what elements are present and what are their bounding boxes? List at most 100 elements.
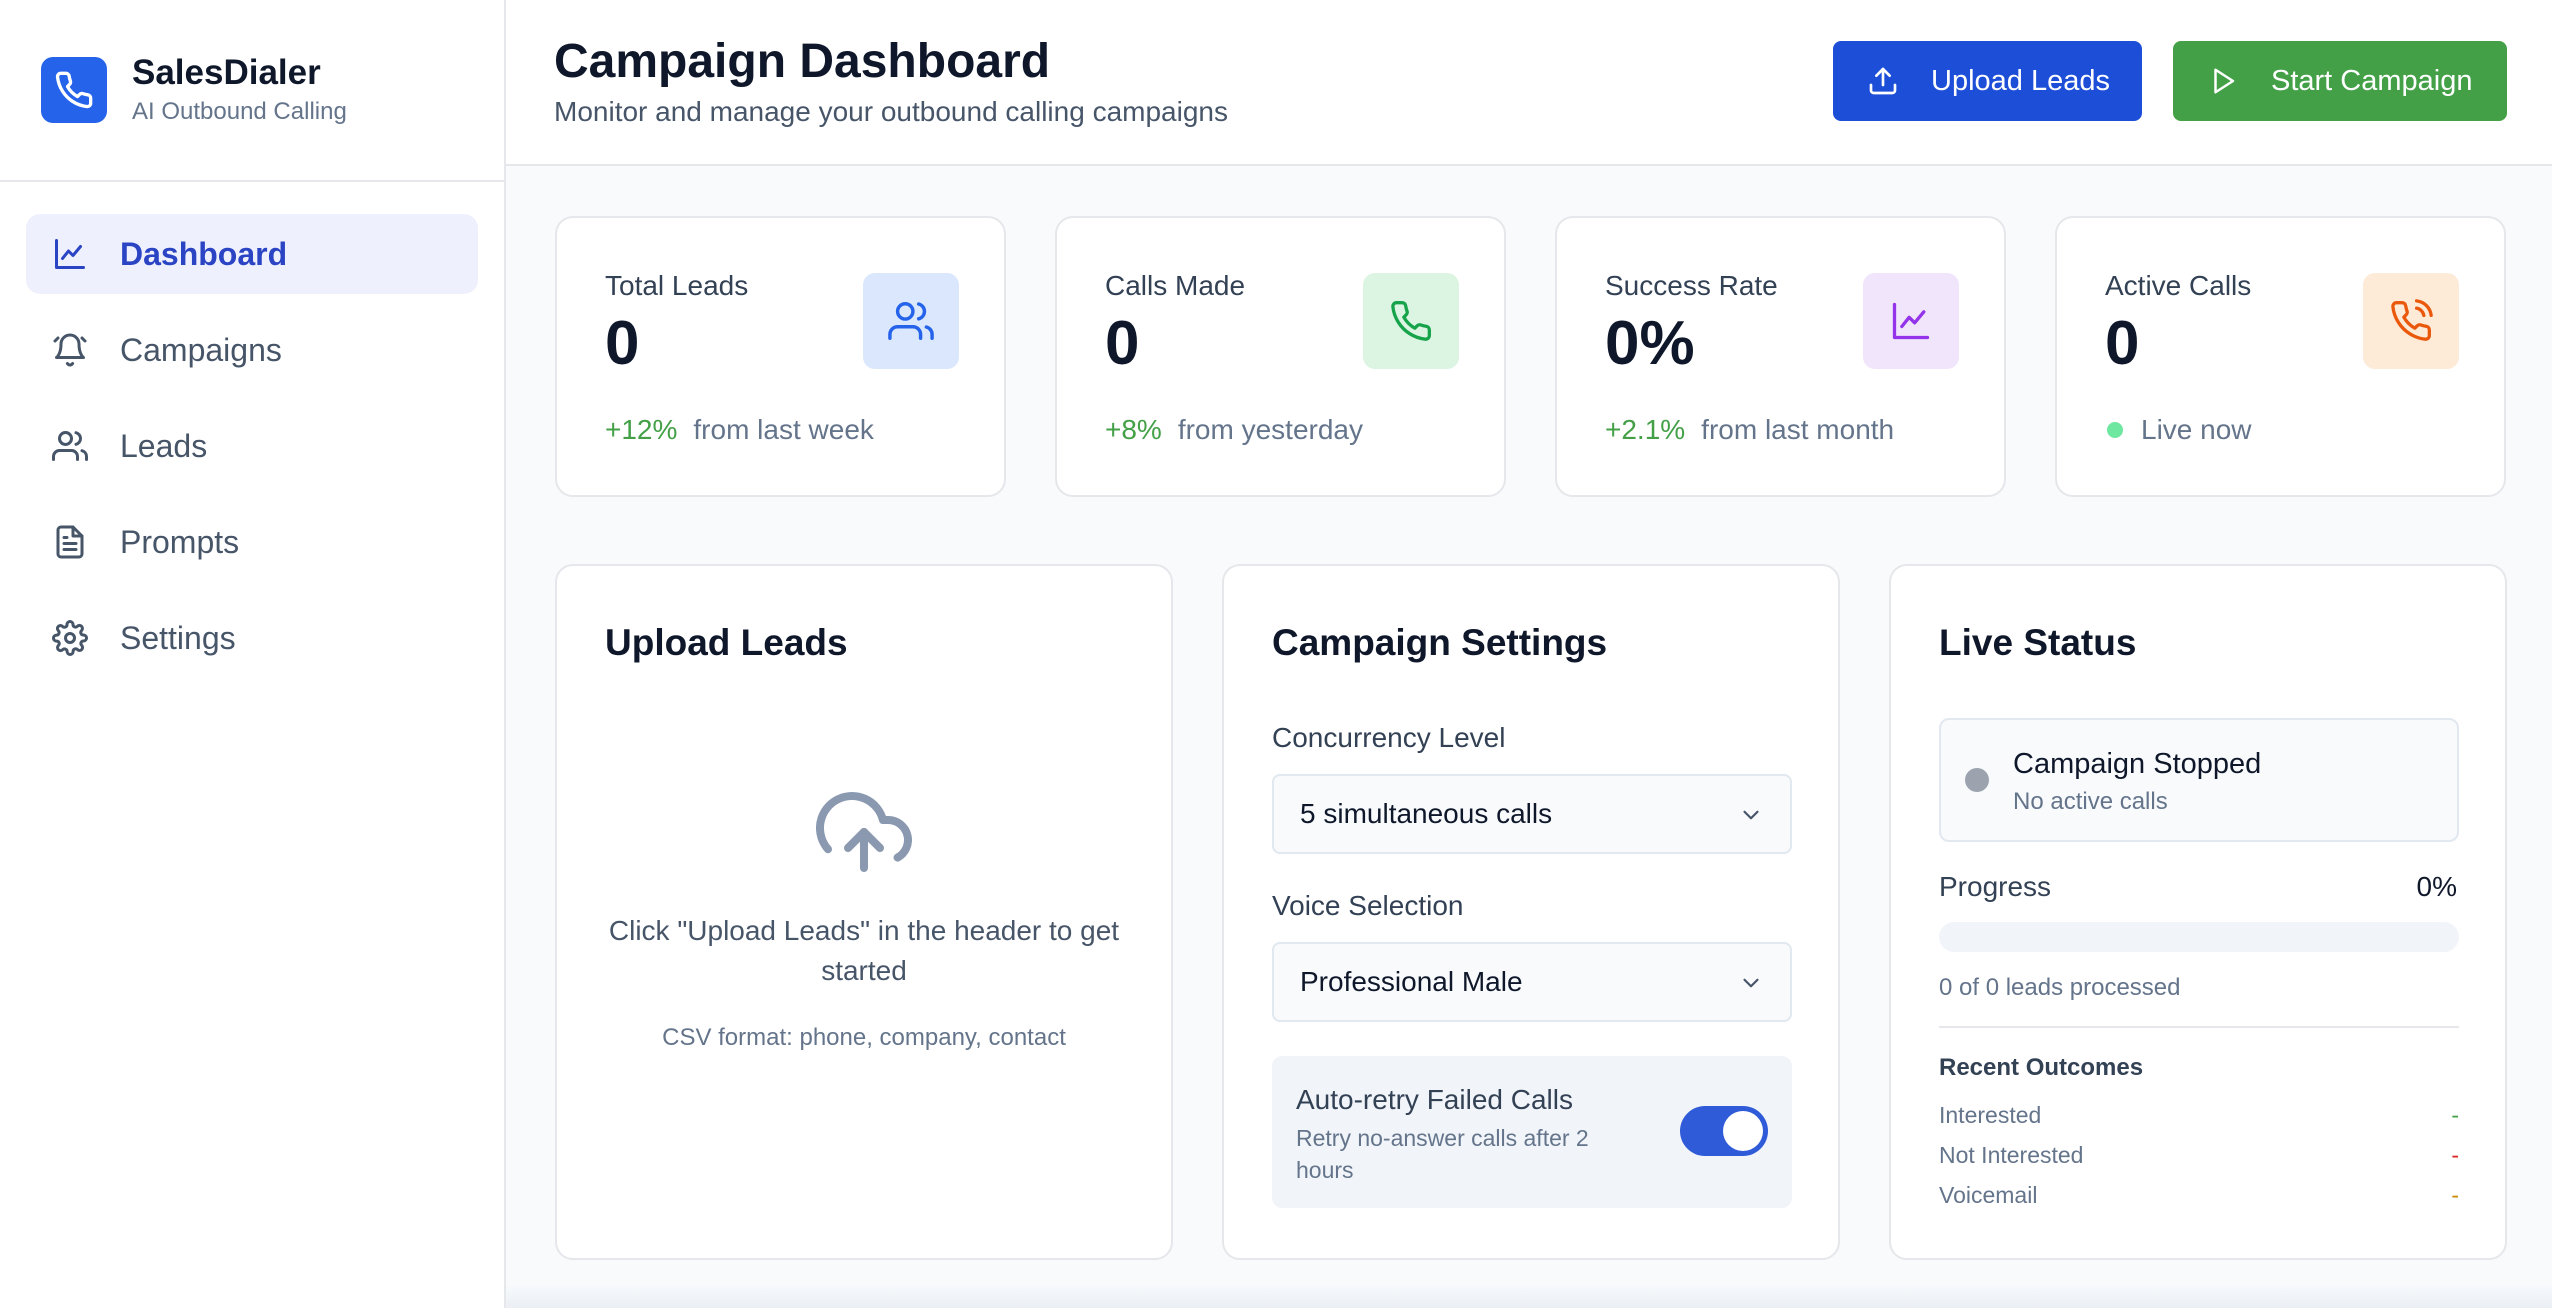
stat-footer: +2.1% from last month bbox=[1605, 414, 1894, 446]
upload-format: CSV format: phone, company, contact bbox=[662, 1024, 1066, 1051]
outcome-row-interested: Interested - bbox=[1939, 1102, 2459, 1134]
phone-ringing-icon bbox=[2363, 273, 2459, 369]
outcome-label: Interested bbox=[1939, 1102, 2042, 1128]
chevron-down-icon bbox=[1738, 802, 1764, 835]
stat-value: 0% bbox=[1605, 309, 1695, 378]
upload-leads-label: Upload Leads bbox=[1931, 64, 2110, 97]
stat-card-success-rate: Success Rate 0% +2.1% from last month bbox=[1555, 216, 2006, 497]
upload-icon bbox=[1865, 63, 1901, 99]
stat-foot-text: from last week bbox=[693, 414, 874, 445]
sidebar-item-leads[interactable]: Leads bbox=[26, 406, 478, 486]
auto-retry-title: Auto-retry Failed Calls bbox=[1296, 1084, 1573, 1115]
stat-foot-text: from yesterday bbox=[1177, 414, 1363, 445]
concurrency-label: Concurrency Level bbox=[1272, 722, 1506, 753]
brand: SalesDialer AI Outbound Calling bbox=[0, 0, 504, 182]
outcome-value: - bbox=[2451, 1102, 2459, 1128]
status-title: Campaign Stopped bbox=[2013, 748, 2262, 780]
stat-title: Total Leads bbox=[605, 270, 749, 301]
progress-value: 0% bbox=[2416, 871, 2457, 902]
sidebar-item-label: Leads bbox=[120, 427, 208, 464]
stat-card-calls-made: Calls Made 0 +8% from yesterday bbox=[1055, 216, 1506, 497]
play-icon bbox=[2205, 63, 2241, 99]
voice-value: Professional Male bbox=[1300, 966, 1523, 997]
stat-footer: Live now bbox=[2105, 414, 2252, 446]
chart-line-icon bbox=[1863, 273, 1959, 369]
divider bbox=[1939, 1026, 2459, 1028]
brand-tagline: AI Outbound Calling bbox=[132, 98, 347, 125]
stat-card-active-calls: Active Calls 0 Live now bbox=[2055, 216, 2506, 497]
sidebar-item-label: Prompts bbox=[120, 523, 240, 560]
outcome-value: - bbox=[2451, 1182, 2459, 1208]
live-status-panel: Live Status Campaign Stopped No active c… bbox=[1889, 564, 2507, 1260]
chart-line-icon bbox=[50, 234, 90, 274]
chevron-down-icon bbox=[1738, 970, 1764, 1003]
voice-label: Voice Selection bbox=[1272, 890, 1464, 921]
auto-retry-setting: Auto-retry Failed Calls Retry no-answer … bbox=[1272, 1056, 1792, 1208]
sidebar: SalesDialer AI Outbound Calling Dashboar… bbox=[0, 0, 506, 1308]
progress-label: Progress bbox=[1939, 871, 2052, 902]
brand-name: SalesDialer bbox=[132, 53, 321, 92]
sidebar-item-dashboard[interactable]: Dashboard bbox=[26, 214, 478, 294]
panel-title: Upload Leads bbox=[605, 622, 848, 663]
auto-retry-description: Retry no-answer calls after 2 hours bbox=[1296, 1125, 1589, 1183]
bottom-shade bbox=[506, 1284, 2552, 1308]
stat-delta: +12% bbox=[605, 414, 678, 445]
sidebar-item-label: Dashboard bbox=[120, 235, 288, 272]
cloud-upload-icon bbox=[557, 784, 1171, 880]
stat-value: 0 bbox=[605, 309, 640, 378]
sidebar-item-prompts[interactable]: Prompts bbox=[26, 502, 478, 582]
sidebar-item-label: Settings bbox=[120, 619, 236, 656]
document-icon bbox=[50, 522, 90, 562]
auto-retry-toggle[interactable] bbox=[1680, 1106, 1768, 1156]
page-title: Campaign Dashboard bbox=[554, 35, 1051, 88]
gear-icon bbox=[50, 618, 90, 658]
stat-footer: +12% from last week bbox=[605, 414, 874, 446]
outcome-value: - bbox=[2451, 1142, 2459, 1168]
phone-logo-icon bbox=[41, 57, 107, 123]
status-subtitle: No active calls bbox=[2013, 788, 2168, 815]
upload-leads-panel: Upload Leads Click "Upload Leads" in the… bbox=[555, 564, 1173, 1260]
stat-value: 0 bbox=[2105, 309, 2140, 378]
voice-select[interactable]: Professional Male bbox=[1272, 942, 1792, 1022]
page-header: Campaign Dashboard Monitor and manage yo… bbox=[506, 0, 2552, 166]
users-icon bbox=[50, 426, 90, 466]
stat-title: Active Calls bbox=[2105, 270, 2252, 301]
panel-title: Campaign Settings bbox=[1272, 622, 1608, 663]
outcomes-title: Recent Outcomes bbox=[1939, 1054, 2144, 1081]
sidebar-item-settings[interactable]: Settings bbox=[26, 598, 478, 678]
stat-delta: +8% bbox=[1105, 414, 1162, 445]
outcome-label: Not Interested bbox=[1939, 1142, 2084, 1168]
stat-delta: +2.1% bbox=[1605, 414, 1686, 445]
stat-foot-text: Live now bbox=[2141, 414, 2252, 445]
outcome-row-not-interested: Not Interested - bbox=[1939, 1142, 2459, 1174]
users-icon bbox=[863, 273, 959, 369]
phone-icon bbox=[1363, 273, 1459, 369]
upload-hint: Click "Upload Leads" in the header to ge… bbox=[608, 915, 1120, 986]
campaign-status-box: Campaign Stopped No active calls bbox=[1939, 718, 2459, 842]
live-indicator-dot bbox=[2107, 422, 2123, 438]
concurrency-value: 5 simultaneous calls bbox=[1300, 798, 1553, 829]
sidebar-nav: Dashboard Campaigns Leads Prompts Settin… bbox=[0, 182, 504, 678]
stat-value: 0 bbox=[1105, 309, 1140, 378]
toggle-knob bbox=[1723, 1111, 1763, 1151]
campaign-settings-panel: Campaign Settings Concurrency Level 5 si… bbox=[1222, 564, 1840, 1260]
stat-title: Calls Made bbox=[1105, 270, 1246, 301]
start-campaign-button[interactable]: Start Campaign bbox=[2173, 41, 2507, 121]
page-subtitle: Monitor and manage your outbound calling… bbox=[554, 96, 1228, 127]
stat-title: Success Rate bbox=[1605, 270, 1778, 301]
upload-leads-button[interactable]: Upload Leads bbox=[1833, 41, 2142, 121]
status-dot bbox=[1965, 768, 1989, 792]
start-campaign-label: Start Campaign bbox=[2271, 64, 2473, 97]
sidebar-item-label: Campaigns bbox=[120, 331, 282, 368]
stat-card-total-leads: Total Leads 0 +12% from last week bbox=[555, 216, 1006, 497]
sidebar-item-campaigns[interactable]: Campaigns bbox=[26, 310, 478, 390]
bell-icon bbox=[50, 330, 90, 370]
stat-foot-text: from last month bbox=[1701, 414, 1895, 445]
stat-footer: +8% from yesterday bbox=[1105, 414, 1363, 446]
concurrency-select[interactable]: 5 simultaneous calls bbox=[1272, 774, 1792, 854]
progress-caption: 0 of 0 leads processed bbox=[1939, 974, 2181, 1001]
progress-bar bbox=[1939, 922, 2459, 952]
outcome-row-voicemail: Voicemail - bbox=[1939, 1182, 2459, 1214]
outcome-label: Voicemail bbox=[1939, 1182, 2038, 1208]
panel-title: Live Status bbox=[1939, 622, 2137, 663]
